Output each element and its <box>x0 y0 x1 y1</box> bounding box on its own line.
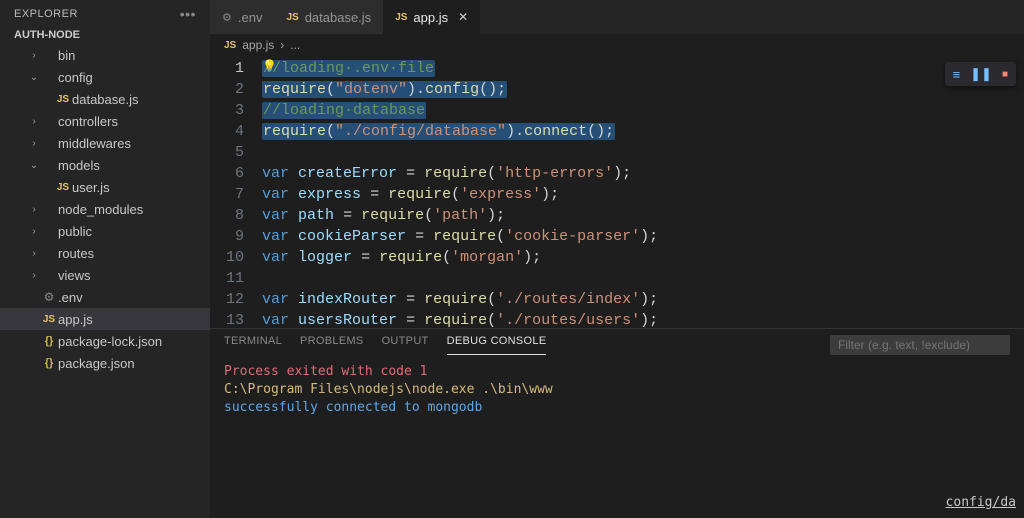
tab-app-js[interactable]: JS app.js ✕ <box>383 0 480 34</box>
chevron-icon: › <box>28 270 40 281</box>
code-line-9[interactable]: var cookieParser = require('cookie-parse… <box>262 226 1024 247</box>
tree-item-database-js[interactable]: JSdatabase.js <box>0 88 210 110</box>
explorer-more-icon[interactable]: ••• <box>180 6 196 22</box>
editor-tabs: ⚙ .env JS database.js JS app.js ✕ <box>210 0 1024 34</box>
chevron-icon: › <box>28 204 40 215</box>
chevron-icon: ⌄ <box>28 72 40 83</box>
tree-item-label: database.js <box>72 92 139 107</box>
lightbulb-icon[interactable]: 💡 <box>262 57 277 78</box>
js-icon: JS <box>40 314 58 325</box>
json-icon: {} <box>40 357 58 369</box>
tab-label: .env <box>238 10 263 25</box>
file-tree: ›bin⌄configJSdatabase.js›controllers›mid… <box>0 44 210 518</box>
tree-item-package-json[interactable]: {}package.json <box>0 352 210 374</box>
chevron-icon: › <box>28 116 40 127</box>
chevron-icon: › <box>28 50 40 61</box>
tree-item--env[interactable]: ⚙.env <box>0 286 210 308</box>
breadcrumb[interactable]: JS app.js › ... <box>210 34 1024 56</box>
js-icon: JS <box>54 182 72 193</box>
code-line-2[interactable]: require("dotenv").config(); <box>262 79 1024 100</box>
tree-item-label: package-lock.json <box>58 334 162 349</box>
tree-item-label: config <box>58 70 93 85</box>
console-line: successfully connected to mongodb <box>224 399 1010 417</box>
tree-item-label: routes <box>58 246 94 261</box>
tree-item-public[interactable]: › public <box>0 220 210 242</box>
main-area: ⚙ .env JS database.js JS app.js ✕ JS app.js › … <box>210 0 1024 518</box>
tree-item-label: package.json <box>58 356 135 371</box>
code-line-13[interactable]: var usersRouter = require('./routes/user… <box>262 310 1024 328</box>
tab-database-js[interactable]: JS database.js <box>274 0 383 34</box>
chevron-icon: ⌄ <box>28 160 40 171</box>
explorer-sidebar: EXPLORER ••• AUTH-NODE ›bin⌄configJSdata… <box>0 0 210 518</box>
debug-console-output[interactable]: Process exited with code 1C:\Program Fil… <box>210 355 1024 518</box>
tree-item-label: controllers <box>58 114 118 129</box>
tab--env[interactable]: ⚙ .env <box>210 0 274 34</box>
line-gutter: 1234567891011121314 <box>210 56 262 328</box>
tree-item-package-lock-json[interactable]: {}package-lock.json <box>0 330 210 352</box>
tree-item-routes[interactable]: › routes <box>0 242 210 264</box>
tree-item-label: .env <box>58 290 83 305</box>
tree-item-label: models <box>58 158 100 173</box>
tree-item-label: user.js <box>72 180 110 195</box>
panel-tabs: TERMINAL PROBLEMS OUTPUT DEBUG CONSOLE <box>210 329 1024 355</box>
code-line-7[interactable]: var express = require('express'); <box>262 184 1024 205</box>
js-icon: JS <box>286 11 298 23</box>
breadcrumb-tail: ... <box>290 38 300 52</box>
gear-icon: ⚙ <box>40 290 58 304</box>
code-line-5[interactable] <box>262 142 1024 163</box>
tree-item-models[interactable]: ⌄ models <box>0 154 210 176</box>
code-line-8[interactable]: var path = require('path'); <box>262 205 1024 226</box>
close-icon[interactable]: ✕ <box>458 10 468 24</box>
tree-item-app-js[interactable]: JSapp.js <box>0 308 210 330</box>
tree-item-views[interactable]: › views <box>0 264 210 286</box>
chevron-icon: › <box>28 226 40 237</box>
console-line: C:\Program Files\nodejs\node.exe .\bin\w… <box>224 381 1010 399</box>
code-line-4[interactable]: require("./config/database").connect(); <box>262 121 1024 142</box>
gear-icon: ⚙ <box>222 11 232 24</box>
js-icon: JS <box>224 40 236 51</box>
code-body[interactable]: 💡 //loading·.env·filerequire("dotenv").c… <box>262 56 1024 328</box>
code-line-1[interactable]: //loading·.env·file <box>262 58 1024 79</box>
tab-label: database.js <box>305 10 372 25</box>
tree-item-label: views <box>58 268 91 283</box>
chevron-icon: › <box>28 248 40 259</box>
code-line-12[interactable]: var indexRouter = require('./routes/inde… <box>262 289 1024 310</box>
tree-item-label: node_modules <box>58 202 143 217</box>
chevron-right-icon: › <box>280 38 284 52</box>
console-source-link[interactable]: config/da <box>946 494 1016 512</box>
tab-label: app.js <box>413 10 448 25</box>
js-icon: JS <box>54 94 72 105</box>
json-icon: {} <box>40 335 58 347</box>
tree-item-label: bin <box>58 48 75 63</box>
console-line: Process exited with code 1 <box>224 363 1010 381</box>
breadcrumb-file: app.js <box>242 38 274 52</box>
tree-item-label: app.js <box>58 312 93 327</box>
js-icon: JS <box>395 11 407 23</box>
panel-tab-debug-console[interactable]: DEBUG CONSOLE <box>447 335 547 355</box>
explorer-title: EXPLORER <box>14 8 78 20</box>
panel-tab-problems[interactable]: PROBLEMS <box>300 335 364 355</box>
tree-item-label: public <box>58 224 92 239</box>
panel-tab-terminal[interactable]: TERMINAL <box>224 335 282 355</box>
code-editor[interactable]: 1234567891011121314 💡 //loading·.env·fil… <box>210 56 1024 328</box>
panel-filter-input[interactable] <box>830 335 1010 355</box>
bottom-panel: TERMINAL PROBLEMS OUTPUT DEBUG CONSOLE Proc… <box>210 328 1024 518</box>
tree-item-user-js[interactable]: JSuser.js <box>0 176 210 198</box>
tree-item-controllers[interactable]: › controllers <box>0 110 210 132</box>
tree-item-node-modules[interactable]: › node_modules <box>0 198 210 220</box>
chevron-icon: › <box>28 138 40 149</box>
code-line-3[interactable]: //loading·database <box>262 100 1024 121</box>
tree-item-middlewares[interactable]: › middlewares <box>0 132 210 154</box>
code-line-10[interactable]: var logger = require('morgan'); <box>262 247 1024 268</box>
panel-tab-output[interactable]: OUTPUT <box>382 335 429 355</box>
tree-item-label: middlewares <box>58 136 131 151</box>
tree-item-config[interactable]: ⌄ config <box>0 66 210 88</box>
code-line-11[interactable] <box>262 268 1024 289</box>
project-name[interactable]: AUTH-NODE <box>0 26 210 44</box>
tree-item-bin[interactable]: › bin <box>0 44 210 66</box>
code-line-6[interactable]: var createError = require('http-errors')… <box>262 163 1024 184</box>
